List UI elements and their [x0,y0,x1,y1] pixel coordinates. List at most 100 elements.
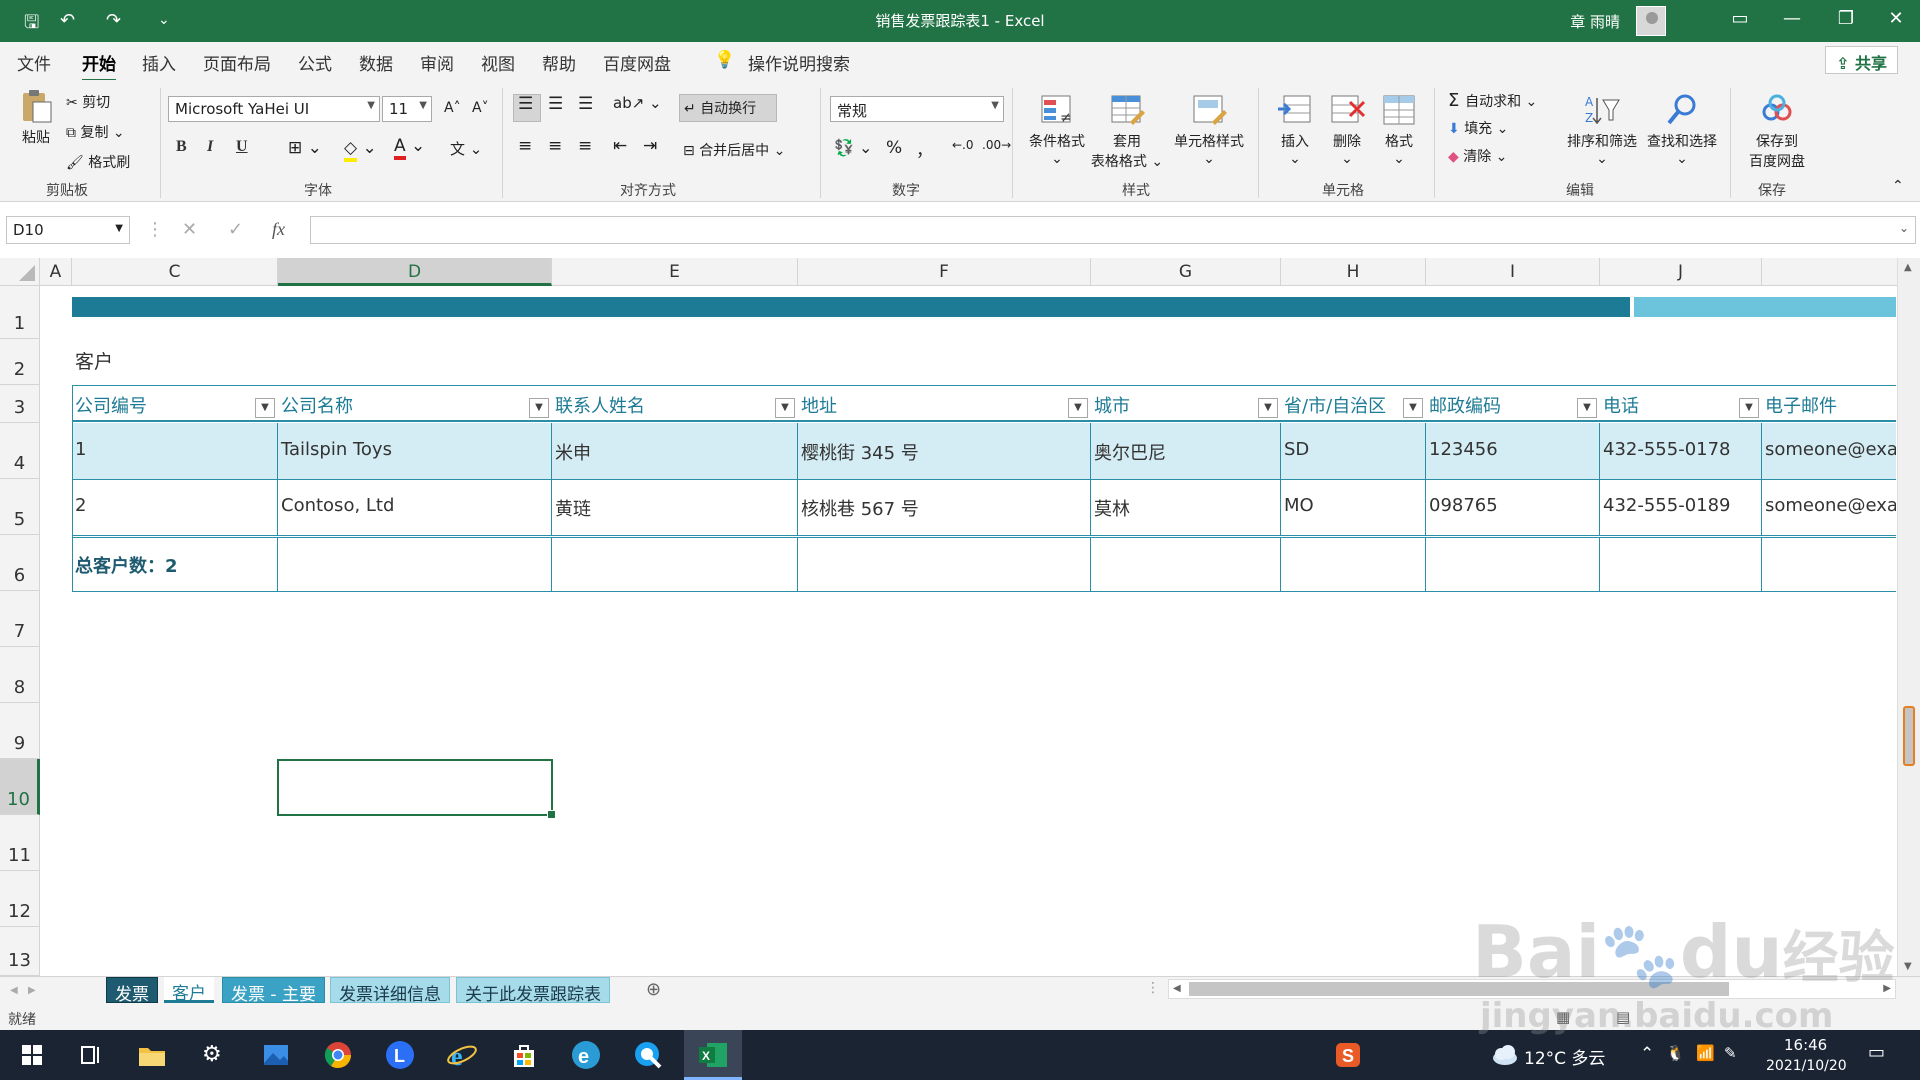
filter-dropdown-icon[interactable]: ▼ [1258,398,1278,418]
filter-dropdown-icon[interactable]: ▼ [255,398,275,418]
avatar[interactable] [1636,6,1666,36]
select-all-corner[interactable] [0,258,40,286]
autosum-button[interactable]: Σ 自动求和 ⌄ [1448,90,1537,111]
tab-view[interactable]: 视图 [481,50,515,75]
filter-dropdown-icon[interactable]: ▼ [775,398,795,418]
table-cell[interactable] [1762,538,1896,591]
align-bottom-icon[interactable]: ☰ [578,94,593,114]
font-name-combo[interactable]: Microsoft YaHei UI ▼ [168,96,380,122]
table-cell[interactable] [798,538,1091,591]
cell-styles-button[interactable]: 单元格样式 ⌄ [1168,92,1250,167]
borders-icon[interactable]: ⊞ ⌄ [288,138,322,158]
selected-cell-d10[interactable] [277,759,556,819]
clear-button[interactable]: ◆ 清除 ⌄ [1448,146,1507,166]
fill-button[interactable]: ⬇ 填充 ⌄ [1448,118,1508,138]
notification-center-icon[interactable]: ▭ [1868,1042,1885,1063]
table-cell[interactable]: SD [1281,423,1426,479]
sheet-tab-invoice-details[interactable]: 发票详细信息 [330,977,450,1005]
sheet-tab-about[interactable]: 关于此发票跟踪表 [456,977,610,1005]
table-cell[interactable]: 米申 [552,423,798,479]
row-header-11[interactable]: 11 [0,815,40,871]
filter-dropdown-icon[interactable]: ▼ [529,398,549,418]
share-button[interactable]: ⇪ 共享 [1825,46,1898,74]
table-cell[interactable]: 核桃巷 567 号 [798,479,1091,535]
table-cell[interactable]: 123456 [1426,423,1600,479]
save-to-netdisk-button[interactable]: 保存到 百度网盘 [1740,92,1814,171]
table-cell[interactable]: someone@exa [1762,423,1896,479]
tab-page-layout[interactable]: 页面布局 [203,50,271,75]
table-cell[interactable]: 莫林 [1091,479,1281,535]
scroll-down-icon[interactable]: ▼ [1904,961,1912,972]
tab-file[interactable]: 文件 [17,50,51,75]
sheet-tab-invoice-main[interactable]: 发票 - 主要 [222,977,325,1005]
decrease-decimal-icon[interactable]: .00→ [982,138,1011,152]
phonetic-icon[interactable]: 文 ⌄ [450,138,482,159]
comma-button[interactable]: ， [916,136,933,161]
italic-button[interactable]: I [207,138,213,156]
table-cell[interactable] [1600,538,1762,591]
edge-browser-icon[interactable]: e [570,1039,602,1071]
chrome-icon[interactable] [322,1039,354,1071]
column-header-i[interactable]: I [1426,258,1600,286]
row-header-12[interactable]: 12 [0,871,40,927]
file-explorer-icon[interactable] [136,1039,168,1071]
scroll-up-icon[interactable]: ▲ [1904,262,1912,273]
table-cell[interactable]: 奥尔巴尼 [1091,423,1281,479]
table-cell[interactable] [278,538,552,591]
search-app-icon[interactable] [632,1039,664,1071]
splitter-dots-icon[interactable]: ⋮ [1146,980,1160,996]
sogou-input-icon[interactable]: S [1332,1039,1364,1071]
show-hidden-icons-icon[interactable]: ⌃ [1640,1044,1654,1064]
tab-review[interactable]: 审阅 [420,50,454,75]
sheet-tab-customers[interactable]: 客户 [164,977,214,1004]
row-header-8[interactable]: 8 [0,647,40,703]
column-header-g[interactable]: G [1091,258,1281,286]
find-select-button[interactable]: 查找和选择 ⌄ [1642,92,1722,167]
restore-icon[interactable]: ❐ [1826,8,1866,29]
decrease-font-icon[interactable]: A˅ [472,100,489,116]
add-sheet-icon[interactable]: ⊕ [646,979,661,1000]
microsoft-store-icon[interactable] [508,1039,540,1071]
align-left-icon[interactable]: ≡ [518,136,532,156]
user-name[interactable]: 章 雨晴 [1570,11,1620,32]
vertical-scroll-thumb[interactable] [1903,706,1915,766]
table-cell[interactable]: Contoso, Ltd [278,479,552,535]
name-box[interactable]: D10 ▼ [6,216,130,244]
tab-formulas[interactable]: 公式 [298,50,332,75]
insert-function-icon[interactable]: fx [272,219,285,240]
orientation-icon[interactable]: ab↗ ⌄ [613,94,662,112]
align-middle-icon[interactable]: ☰ [548,94,563,114]
format-cells-button[interactable]: 格式 ⌄ [1376,92,1422,167]
number-format-combo[interactable]: 常规 ▼ [830,96,1004,122]
scroll-left-icon[interactable]: ◀ [1173,983,1181,994]
format-painter-button[interactable]: 🖌 格式刷 [66,152,130,172]
cut-button[interactable]: ✂ 剪切 [66,92,110,112]
weather-text[interactable]: 12°C 多云 [1524,1044,1605,1069]
table-cell[interactable] [552,538,798,591]
row-header-9[interactable]: 9 [0,703,40,759]
tab-home[interactable]: 开始 [82,50,116,82]
table-cell[interactable] [1091,538,1281,591]
row-header-13[interactable]: 13 [0,927,40,976]
table-cell[interactable]: 樱桃街 345 号 [798,423,1091,479]
table-cell[interactable]: someone@exa [1762,479,1896,535]
pen-icon[interactable]: ✎ [1724,1044,1737,1062]
task-view-icon[interactable] [74,1039,106,1071]
align-right-icon[interactable]: ≡ [578,136,592,156]
paste-button[interactable]: 粘贴 [14,88,58,147]
increase-font-icon[interactable]: A˄ [444,100,461,116]
table-cell[interactable]: 1 [72,423,278,479]
table-cell[interactable]: Tailspin Toys [278,423,552,479]
close-icon[interactable]: ✕ [1876,8,1916,29]
table-cell[interactable]: 432-555-0178 [1600,423,1762,479]
table-cell[interactable]: 432-555-0189 [1600,479,1762,535]
column-header-c[interactable]: C [72,258,278,286]
font-size-combo[interactable]: 11 ▼ [382,96,432,122]
row-header-2[interactable]: 2 [0,339,40,385]
filter-dropdown-icon[interactable]: ▼ [1403,398,1423,418]
sort-filter-button[interactable]: AZ 排序和筛选 ⌄ [1562,92,1642,167]
underline-button[interactable]: U [236,138,248,156]
table-cell[interactable]: 098765 [1426,479,1600,535]
column-header-j[interactable]: J [1600,258,1762,286]
increase-decimal-icon[interactable]: ←.0 [952,138,974,152]
